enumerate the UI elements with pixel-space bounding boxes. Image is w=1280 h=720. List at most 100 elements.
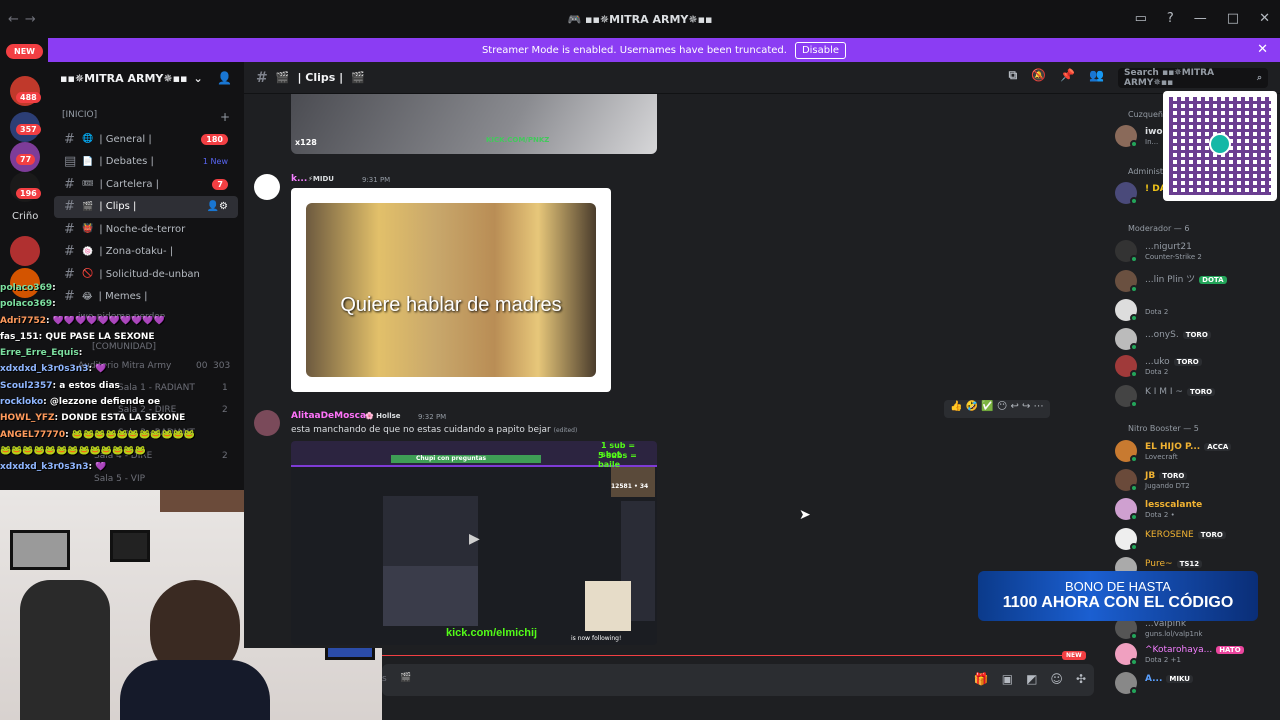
chat-user: polaco369 [0, 283, 53, 293]
channel-noche-de-terror[interactable]: # 👹 | Noche-de-terror [54, 218, 238, 241]
member-tag: HATO [1216, 646, 1244, 654]
apps-icon[interactable]: ✣ [1076, 672, 1086, 686]
message-author[interactable]: k... [291, 174, 307, 184]
chat-user: HOWL_YFZ [0, 413, 55, 424]
kick-watermark: KICK.COM/PNKZ [486, 136, 550, 144]
maximize-icon[interactable]: □ [1227, 11, 1239, 26]
message-list[interactable]: x128 KICK.COM/PNKZ k... ⚡MIDU 9:31 PM Qu… [244, 94, 1104, 648]
server-header[interactable]: ▪▪✵MITRA ARMY✵▪▪ ⌄ 👤 [48, 62, 244, 94]
member-row[interactable]: K I M I ~ TORO [1115, 385, 1280, 409]
mention-count: 7 [212, 178, 228, 190]
member-row[interactable]: A... MIKU [1115, 672, 1280, 696]
member-name-text: K I M I ~ [1145, 387, 1183, 397]
channel-settings-icon[interactable]: 👤⚙ [207, 201, 228, 212]
member-row[interactable]: ...uko TORO Dota 2 [1115, 355, 1280, 379]
channel-general[interactable]: # 🌐 | General | 180 [54, 128, 238, 151]
channel-name: | Clips | [99, 201, 137, 213]
inbox-icon[interactable]: ▭ [1135, 11, 1147, 26]
yape-logo-icon [1209, 133, 1231, 155]
mute-bell-icon[interactable]: 🔕 [1031, 68, 1046, 88]
category-label: [INICIO] [62, 110, 98, 120]
banner-text: Streamer Mode is enabled. Usernames have… [481, 44, 787, 56]
chat-line: polaco369: [0, 299, 260, 315]
member-list-icon[interactable]: 👥 [1089, 68, 1104, 88]
member-row[interactable]: Dota 2 [1115, 299, 1280, 323]
meme-image[interactable]: Quiere hablar de madres [291, 188, 611, 392]
header-channel-name: | Clips | [297, 71, 344, 84]
member-row[interactable]: ...lin Plin ツ DOTA [1115, 270, 1280, 294]
meme-photo [306, 203, 596, 377]
member-name-text: ^Kotarohaya... [1145, 645, 1213, 655]
pin-icon[interactable]: 📌 [1060, 68, 1075, 88]
message-placeholder: s [382, 674, 387, 684]
server-icon[interactable] [10, 236, 40, 266]
play-icon[interactable]: ▶ [469, 531, 480, 547]
member-name: ...onyS. TORO [1145, 330, 1211, 340]
member-row[interactable]: ^Kotarohaya... HATO Dota 2 +1 [1115, 643, 1280, 667]
chat-message: : 🐸🐸🐸🐸🐸🐸🐸🐸🐸🐸🐸 [65, 429, 196, 440]
chat-message: : QUE PASE LA SEXONE [38, 331, 155, 342]
member-name: lesscalante [1145, 500, 1203, 510]
category-inicio[interactable]: [INICIO] + [48, 94, 244, 128]
gift-icon[interactable]: 🎁 [974, 672, 989, 686]
close-window-icon[interactable]: ✕ [1259, 11, 1270, 26]
member-tag: TORO [1197, 531, 1226, 539]
avatar[interactable] [254, 410, 280, 436]
member-tag: TORO [1159, 472, 1188, 480]
member-row[interactable]: EL HIJO P... ACCA Lovecraft [1115, 440, 1280, 464]
member-name: EL HIJO P... ACCA [1145, 442, 1232, 452]
chat-line: HOWL_YFZ: DONDE ESTA LA SEXONE [0, 413, 260, 429]
channel-debates[interactable]: ▤ 📄 | Debates | 1 New [54, 151, 238, 174]
add-member-icon[interactable]: 👤 [217, 71, 232, 85]
image-attachment[interactable]: x128 KICK.COM/PNKZ [291, 94, 657, 154]
close-banner-icon[interactable]: ✕ [1257, 42, 1268, 57]
chat-user: fas_151 [0, 331, 39, 342]
member-name: ^Kotarohaya... HATO [1145, 645, 1244, 655]
avatar[interactable] [254, 174, 280, 200]
search-input[interactable]: Search ▪▪✵MITRA ARMY✵▪▪ ⌕ [1118, 67, 1268, 88]
placeholder-emoji: 🎬 [400, 673, 412, 683]
message-actions[interactable]: 👍 🤣 ✅ 😶 ↩ ↪ ⋯ [944, 400, 1050, 418]
channel-zona-otaku[interactable]: # 🍥 | Zona-otaku- | [54, 241, 238, 264]
channel-header: # 🎬 | Clips | 🎬 ⧉ 🔕 📌 👥 Search ▪▪✵MITRA … [244, 62, 1280, 94]
server-label[interactable]: Criño [12, 211, 38, 222]
message-author[interactable]: AlitaaDeMosca [291, 411, 366, 421]
channel-emoji: 📄 [82, 156, 94, 167]
disable-streamer-mode-button[interactable]: Disable [794, 41, 847, 59]
emoji-icon[interactable]: ☺ [1050, 672, 1063, 686]
role-badge: 🌸 Hollse [365, 412, 401, 420]
message-input[interactable]: s 🎬 🎁 ▣ ◩ ☺ ✣ [382, 664, 1094, 696]
channel-cartelera[interactable]: # 🎟 | Cartelera | 7 [54, 173, 238, 196]
channel-clips[interactable]: # 🎬 | Clips | 👤⚙ [54, 195, 238, 218]
video-attachment[interactable]: Chupi con preguntas 1 sub = shot 5 subs … [291, 441, 657, 645]
chat-user: Adri7752 [0, 315, 46, 326]
member-row[interactable]: KEROSENE TORO [1115, 528, 1280, 552]
plus-icon[interactable]: + [220, 110, 230, 124]
new-pill: NEW [6, 44, 43, 59]
member-row[interactable]: ...onyS. TORO [1115, 328, 1280, 352]
online-status-icon [1130, 632, 1138, 640]
hash-icon: # [64, 266, 75, 282]
chat-user: xdxdxd_k3r0s3n3 [0, 462, 89, 473]
chat-message: 🐸🐸🐸🐸🐸🐸🐸🐸🐸🐸🐸🐸🐸 [0, 445, 146, 456]
member-row[interactable]: JB TORO Jugando DT2 [1115, 469, 1280, 493]
member-row[interactable]: ...nigurt21 Counter-Strike 2 [1115, 240, 1280, 264]
member-name: ...uko TORO [1145, 357, 1202, 367]
help-icon[interactable]: ? [1167, 11, 1174, 26]
hash-icon: # [64, 176, 75, 192]
sticker-icon[interactable]: ◩ [1026, 672, 1037, 686]
online-status-icon [1130, 400, 1138, 408]
gif-icon[interactable]: ▣ [1002, 672, 1013, 686]
channel-name: | General | [99, 133, 152, 145]
minimize-icon[interactable]: — [1194, 11, 1207, 26]
member-tag: TORO [1173, 358, 1202, 366]
member-status: In... [1145, 138, 1159, 146]
stream-chat-overlay: polaco369: polaco369: Adri7752: 💜💜💜💜💜💜💜💜… [0, 283, 260, 479]
chat-user: Erre_Erre_Equis [0, 348, 79, 359]
reaction-icons[interactable]: 👍 🤣 ✅ 😶 ↩ ↪ ⋯ [950, 401, 1044, 417]
overlay-count: x128 [295, 138, 317, 147]
member-row[interactable]: lesscalante Dota 2 • [1115, 498, 1280, 522]
member-tag: DOTA [1199, 276, 1227, 284]
kick-channel-link: kick.com/elmichij [446, 627, 538, 639]
threads-icon[interactable]: ⧉ [1009, 68, 1018, 88]
